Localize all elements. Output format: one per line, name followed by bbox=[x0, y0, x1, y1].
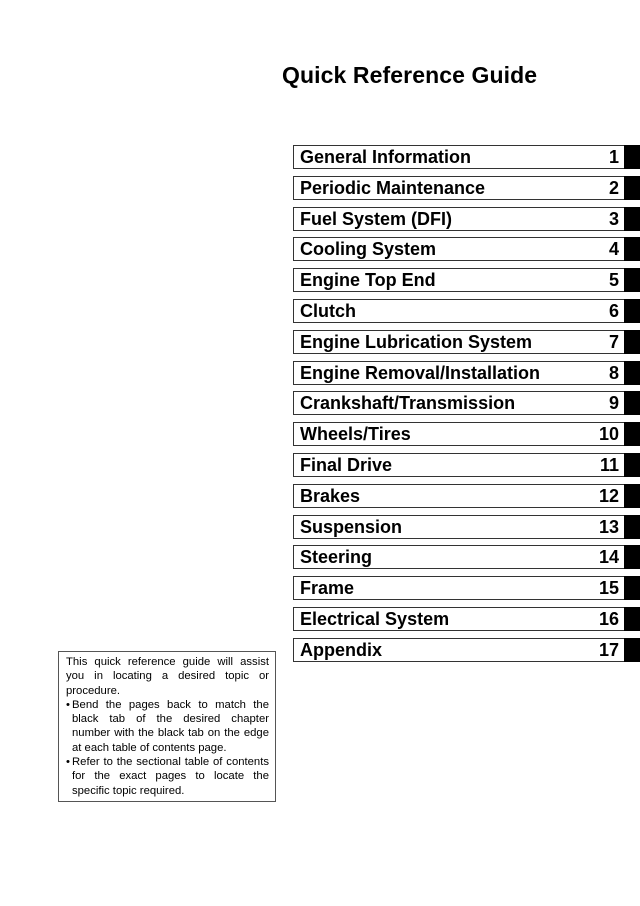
chapter-label: Engine Lubrication System bbox=[300, 331, 533, 352]
chapter-label: Clutch bbox=[300, 300, 356, 321]
chapter-label: Engine Top End bbox=[300, 270, 436, 291]
chapter-box: Electrical System 16 bbox=[293, 606, 624, 631]
chapter-label: Electrical System bbox=[300, 608, 450, 629]
black-tab-marker bbox=[624, 145, 640, 169]
chapter-row-engine-removal-installation[interactable]: Engine Removal/Installation 8 bbox=[293, 360, 640, 385]
black-tab-marker bbox=[624, 268, 640, 293]
chapter-number: 5 bbox=[608, 270, 619, 291]
chapter-number: 12 bbox=[598, 485, 619, 506]
black-tab-marker bbox=[624, 576, 640, 601]
chapter-box: Engine Removal/Installation 8 bbox=[293, 360, 624, 385]
chapter-number: 4 bbox=[608, 239, 619, 260]
chapter-box: Engine Top End 5 bbox=[293, 268, 624, 293]
chapter-label: Engine Removal/Installation bbox=[300, 362, 541, 383]
chapter-box: Final Drive 11 bbox=[293, 452, 624, 477]
chapter-box: Brakes 12 bbox=[293, 483, 624, 508]
black-tab-marker bbox=[624, 545, 640, 570]
black-tab-marker bbox=[624, 391, 640, 416]
black-tab-marker bbox=[624, 637, 640, 662]
chapter-number: 14 bbox=[598, 547, 619, 568]
chapter-number: 3 bbox=[608, 208, 619, 229]
chapter-row-crankshaft-transmission[interactable]: Crankshaft/Transmission 9 bbox=[293, 391, 640, 416]
chapter-box: Frame 15 bbox=[293, 576, 624, 601]
instruction-text: Refer to the sectional table of contents… bbox=[72, 756, 269, 797]
instruction-bullet: • Bend the pages back to match the black… bbox=[66, 698, 269, 755]
black-tab-marker bbox=[624, 329, 640, 354]
chapter-row-fuel-system[interactable]: Fuel System (DFI) 3 bbox=[293, 206, 640, 231]
chapter-row-clutch[interactable]: Clutch 6 bbox=[293, 298, 640, 323]
black-tab-marker bbox=[624, 237, 640, 262]
chapter-label: Appendix bbox=[300, 639, 383, 660]
black-tab-marker bbox=[624, 514, 640, 539]
chapter-row-appendix[interactable]: Appendix 17 bbox=[293, 637, 640, 662]
instruction-bullet: • Refer to the sectional table of conten… bbox=[66, 755, 269, 798]
chapter-row-electrical-system[interactable]: Electrical System 16 bbox=[293, 606, 640, 631]
chapter-label: Periodic Maintenance bbox=[300, 177, 486, 198]
chapter-number: 13 bbox=[598, 516, 619, 537]
chapter-number: 9 bbox=[608, 393, 619, 414]
chapter-box: Fuel System (DFI) 3 bbox=[293, 206, 624, 231]
chapter-label: Suspension bbox=[300, 516, 403, 537]
chapter-label: Crankshaft/Transmission bbox=[300, 393, 516, 414]
black-tab-marker bbox=[624, 422, 640, 447]
chapter-row-engine-top-end[interactable]: Engine Top End 5 bbox=[293, 268, 640, 293]
chapter-row-frame[interactable]: Frame 15 bbox=[293, 576, 640, 601]
chapter-number: 1 bbox=[608, 147, 619, 167]
chapter-number: 17 bbox=[598, 639, 619, 660]
chapter-index: General Information 1 Periodic Maintenan… bbox=[293, 145, 640, 669]
chapter-box: Appendix 17 bbox=[293, 637, 624, 662]
chapter-number: 10 bbox=[598, 424, 619, 445]
instruction-text: Bend the pages back to match the black t… bbox=[72, 698, 269, 754]
chapter-box: Cooling System 4 bbox=[293, 237, 624, 262]
instructions-box: This quick reference guide will assist y… bbox=[58, 651, 276, 802]
chapter-row-brakes[interactable]: Brakes 12 bbox=[293, 483, 640, 508]
chapter-label: Cooling System bbox=[300, 239, 437, 260]
chapter-number: 16 bbox=[598, 608, 619, 629]
black-tab-marker bbox=[624, 483, 640, 508]
chapter-number: 11 bbox=[599, 454, 619, 475]
chapter-number: 8 bbox=[608, 362, 619, 383]
chapter-number: 7 bbox=[608, 331, 619, 352]
chapter-row-cooling-system[interactable]: Cooling System 4 bbox=[293, 237, 640, 262]
black-tab-marker bbox=[624, 206, 640, 231]
chapter-number: 15 bbox=[598, 578, 619, 599]
chapter-label: General Information bbox=[300, 147, 472, 167]
black-tab-marker bbox=[624, 606, 640, 631]
page-title: Quick Reference Guide bbox=[282, 62, 538, 88]
chapter-box: Steering 14 bbox=[293, 545, 624, 570]
chapter-row-final-drive[interactable]: Final Drive 11 bbox=[293, 452, 640, 477]
chapter-box: Crankshaft/Transmission 9 bbox=[293, 391, 624, 416]
chapter-label: Steering bbox=[300, 547, 373, 568]
chapter-box: General Information 1 bbox=[293, 145, 624, 169]
chapter-row-general-information[interactable]: General Information 1 bbox=[293, 145, 640, 169]
black-tab-marker bbox=[624, 298, 640, 323]
chapter-label: Brakes bbox=[300, 485, 361, 506]
chapter-row-steering[interactable]: Steering 14 bbox=[293, 545, 640, 570]
chapter-box: Periodic Maintenance 2 bbox=[293, 175, 624, 200]
chapter-box: Wheels/Tires 10 bbox=[293, 422, 624, 447]
chapter-number: 2 bbox=[608, 177, 619, 198]
chapter-box: Clutch 6 bbox=[293, 298, 624, 323]
chapter-label: Final Drive bbox=[300, 454, 393, 475]
chapter-row-wheels-tires[interactable]: Wheels/Tires 10 bbox=[293, 422, 640, 447]
chapter-row-periodic-maintenance[interactable]: Periodic Maintenance 2 bbox=[293, 175, 640, 200]
black-tab-marker bbox=[624, 452, 640, 477]
chapter-row-suspension[interactable]: Suspension 13 bbox=[293, 514, 640, 539]
chapter-box: Suspension 13 bbox=[293, 514, 624, 539]
instructions-intro: This quick reference guide will assist y… bbox=[66, 656, 269, 697]
chapter-row-engine-lubrication-system[interactable]: Engine Lubrication System 7 bbox=[293, 329, 640, 354]
black-tab-marker bbox=[624, 360, 640, 385]
chapter-number: 6 bbox=[608, 300, 619, 321]
chapter-label: Wheels/Tires bbox=[300, 424, 411, 445]
black-tab-marker bbox=[624, 175, 640, 200]
chapter-box: Engine Lubrication System 7 bbox=[293, 329, 624, 354]
chapter-label: Fuel System (DFI) bbox=[300, 208, 453, 229]
chapter-label: Frame bbox=[300, 578, 355, 599]
